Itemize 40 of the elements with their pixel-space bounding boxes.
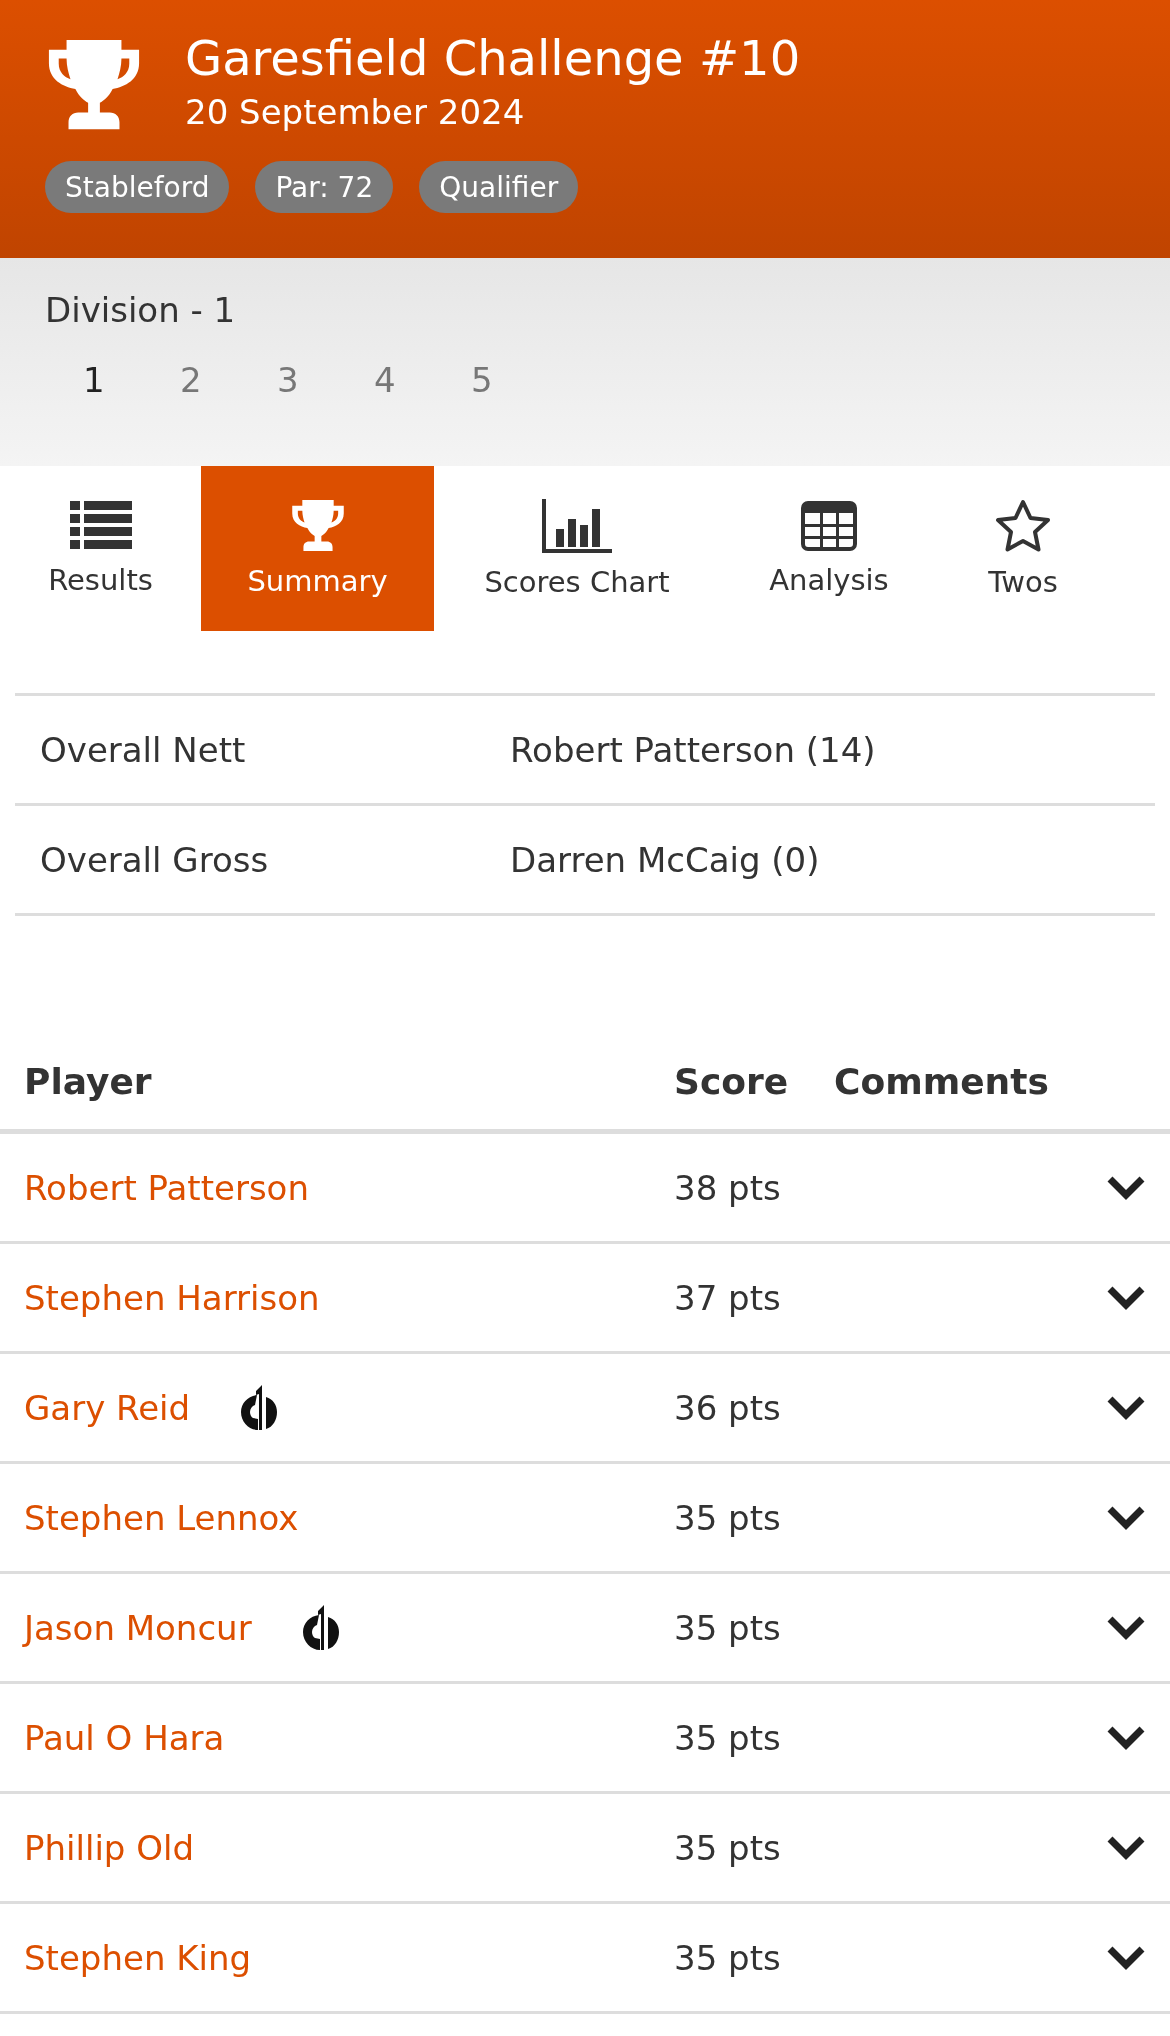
division-page-link[interactable]: 3 xyxy=(267,360,364,400)
award-label: Overall Nett xyxy=(40,729,247,770)
player-name-link[interactable]: Jason Moncur xyxy=(24,1607,252,1648)
player-score: 35 pts xyxy=(674,1827,782,1868)
player-name-link[interactable]: Stephen Lennox xyxy=(24,1497,299,1538)
tab[interactable]: Summary xyxy=(201,466,434,631)
player-name-link[interactable]: Robert Patterson xyxy=(24,1167,309,1208)
column-header: Player xyxy=(24,1061,153,1102)
player-score: 35 pts xyxy=(674,1717,782,1758)
table-icon xyxy=(801,500,857,551)
player-name-link[interactable]: Stephen Harrison xyxy=(24,1277,320,1318)
division-title: Division - 1 xyxy=(45,290,237,330)
player-score: 37 pts xyxy=(674,1277,782,1318)
player-name-link[interactable]: Gary Reid xyxy=(24,1387,191,1428)
division-page-link[interactable]: 5 xyxy=(461,360,558,400)
column-header: Score xyxy=(674,1061,790,1102)
trophy-icon xyxy=(289,498,346,553)
event-tag: Par: 72 xyxy=(255,161,394,214)
player-score: 35 pts xyxy=(674,1607,782,1648)
bar-chart-icon xyxy=(542,498,612,553)
event-date: 20 September 2024 xyxy=(185,91,526,134)
player-name-link[interactable]: Paul O Hara xyxy=(24,1717,225,1758)
star-icon xyxy=(995,498,1051,553)
player-score: 38 pts xyxy=(674,1167,782,1208)
event-tag: Stableford xyxy=(45,161,230,214)
player-score: 35 pts xyxy=(674,1937,782,1978)
list-icon xyxy=(69,500,132,551)
award-label: Overall Gross xyxy=(40,839,270,880)
award-winner: Darren McCaig (0) xyxy=(510,839,821,880)
division-page-link[interactable]: 4 xyxy=(364,360,461,400)
player-score: 36 pts xyxy=(674,1387,782,1428)
award-winner: Robert Patterson (14) xyxy=(510,729,877,770)
column-header: Comments xyxy=(834,1061,1050,1102)
event-tag: Qualifier xyxy=(419,161,579,214)
division-page-link[interactable]: 2 xyxy=(170,360,267,400)
player-name-link[interactable]: Stephen King xyxy=(24,1937,252,1978)
player-score: 35 pts xyxy=(674,1497,782,1538)
player-name-link[interactable]: Phillip Old xyxy=(24,1827,195,1868)
division-page-link[interactable]: 1 xyxy=(73,360,170,400)
event-title: Garesfield Challenge #10 xyxy=(185,30,801,86)
